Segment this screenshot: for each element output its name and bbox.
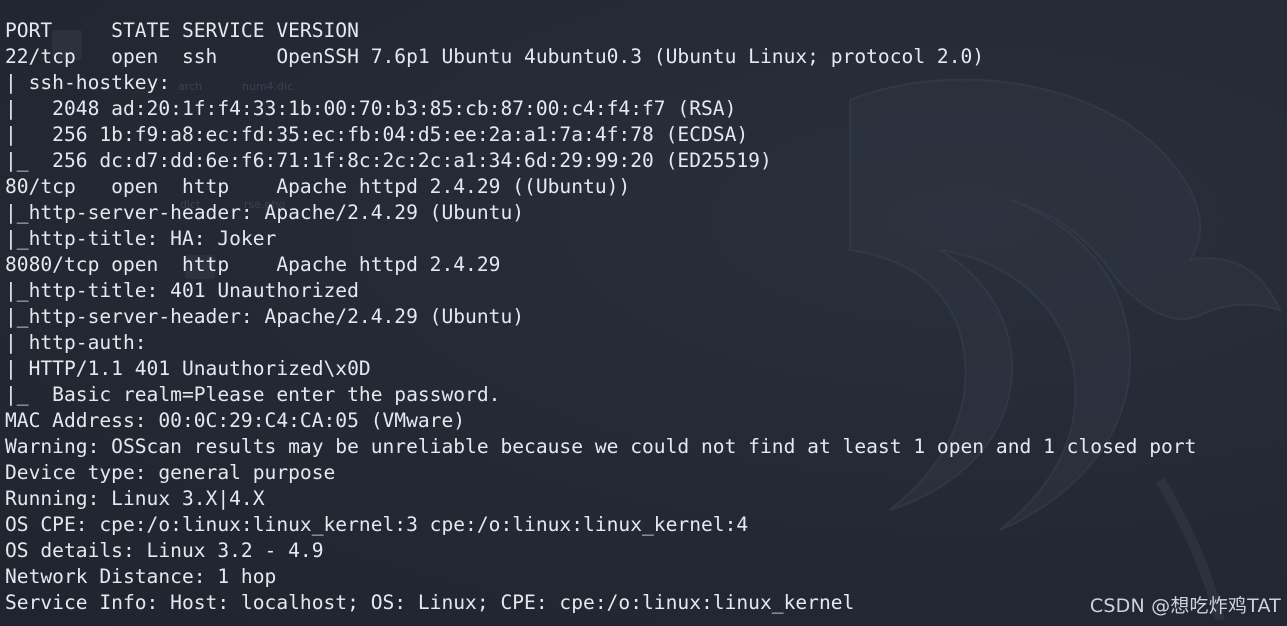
output-line: |_http-title: HA: Joker bbox=[5, 227, 277, 250]
output-line: | 256 1b:f9:a8:ec:fd:35:ec:fb:04:d5:ee:2… bbox=[5, 123, 749, 146]
output-line: |_http-title: 401 Unauthorized bbox=[5, 279, 359, 302]
output-line: Network Distance: 1 hop bbox=[5, 565, 277, 588]
output-line: |_http-server-header: Apache/2.4.29 (Ubu… bbox=[5, 201, 525, 224]
output-line: Warning: OSScan results may be unreliabl… bbox=[5, 435, 1197, 458]
output-line: Service Info: Host: localhost; OS: Linux… bbox=[5, 591, 855, 614]
output-line: | ssh-hostkey: bbox=[5, 71, 182, 94]
output-line: | http-auth: bbox=[5, 331, 159, 354]
output-line: 22/tcp open ssh OpenSSH 7.6p1 Ubuntu 4ub… bbox=[5, 45, 985, 68]
csdn-watermark: CSDN @想吃炸鸡TAT bbox=[1089, 595, 1281, 617]
output-line: | 2048 ad:20:1f:f4:33:1b:00:70:b3:85:cb:… bbox=[5, 97, 737, 120]
output-line: | HTTP/1.1 401 Unauthorized\x0D bbox=[5, 357, 371, 380]
output-line: Device type: general purpose bbox=[5, 461, 336, 484]
output-line: 80/tcp open http Apache httpd 2.4.29 ((U… bbox=[5, 175, 631, 198]
output-line: |_ Basic realm=Please enter the password… bbox=[5, 383, 501, 406]
output-line: Running: Linux 3.X|4.X bbox=[5, 487, 265, 510]
output-line: OS CPE: cpe:/o:linux:linux_kernel:3 cpe:… bbox=[5, 513, 749, 536]
nmap-scan-output[interactable]: PORT STATE SERVICE VERSION 22/tcp open ss… bbox=[5, 18, 1196, 616]
output-line: MAC Address: 00:0C:29:C4:CA:05 (VMware) bbox=[5, 409, 466, 432]
output-line: PORT STATE SERVICE VERSION bbox=[5, 19, 359, 42]
output-line: 8080/tcp open http Apache httpd 2.4.29 bbox=[5, 253, 501, 276]
output-line: |_ 256 dc:d7:dd:6e:f6:71:1f:8c:2c:2c:a1:… bbox=[5, 149, 772, 172]
output-line: |_http-server-header: Apache/2.4.29 (Ubu… bbox=[5, 305, 525, 328]
output-line: OS details: Linux 3.2 - 4.9 bbox=[5, 539, 324, 562]
terminal-window[interactable]: arch num4.dic dict rse.pho PORT STATE SE… bbox=[0, 0, 1287, 626]
